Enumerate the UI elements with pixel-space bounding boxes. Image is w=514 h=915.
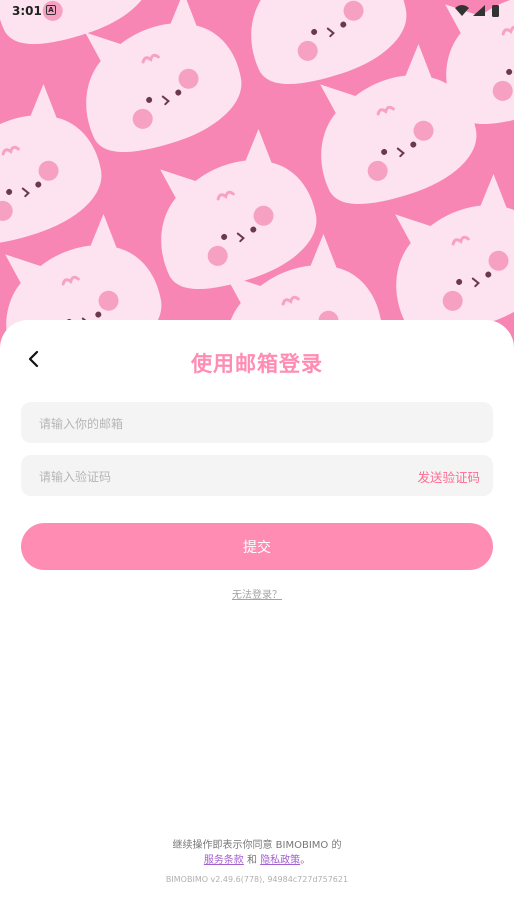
cant-login-link[interactable]: 无法登录？ — [0, 586, 514, 601]
hero-pattern — [0, 0, 514, 360]
submit-button[interactable]: 提交 — [21, 523, 493, 570]
agreement-suffix: 。 — [300, 855, 311, 866]
privacy-link[interactable]: 隐私政策 — [260, 855, 300, 866]
status-bar: 3:01 A — [0, 0, 514, 22]
terms-link[interactable]: 服务条款 — [204, 855, 244, 866]
and-text: 和 — [247, 855, 257, 866]
status-time: 3:01 — [12, 4, 42, 18]
send-code-button[interactable]: 发送验证码 — [417, 467, 480, 486]
agreement-prefix: 继续操作即表示你同意 BIMOBIMO 的 — [172, 840, 342, 851]
email-field-container — [21, 402, 493, 445]
cat-pattern-illustration — [0, 0, 514, 360]
status-icons — [454, 4, 504, 21]
verification-code-field[interactable] — [37, 455, 421, 498]
page-title: 使用邮箱登录 — [191, 352, 323, 376]
battery-icon — [492, 5, 499, 17]
agreement-text: 继续操作即表示你同意 BIMOBIMO 的 服务条款 和 隐私政策。 — [0, 838, 514, 868]
wifi-icon — [455, 5, 469, 16]
login-sheet: 使用邮箱登录 发送验证码 提交 无法登录？ 继续操作即表示你同意 BIMOBIM… — [0, 320, 514, 915]
code-field-container: 发送验证码 — [21, 455, 493, 498]
version-text: BIMOBIMO v2.49.6(778), 94984c727d757621 — [165, 875, 349, 884]
agreement-links: 服务条款 和 隐私政策。 — [0, 853, 514, 868]
a-box-icon: A — [46, 5, 56, 15]
email-field[interactable] — [37, 402, 421, 445]
signal-icon — [473, 5, 485, 16]
